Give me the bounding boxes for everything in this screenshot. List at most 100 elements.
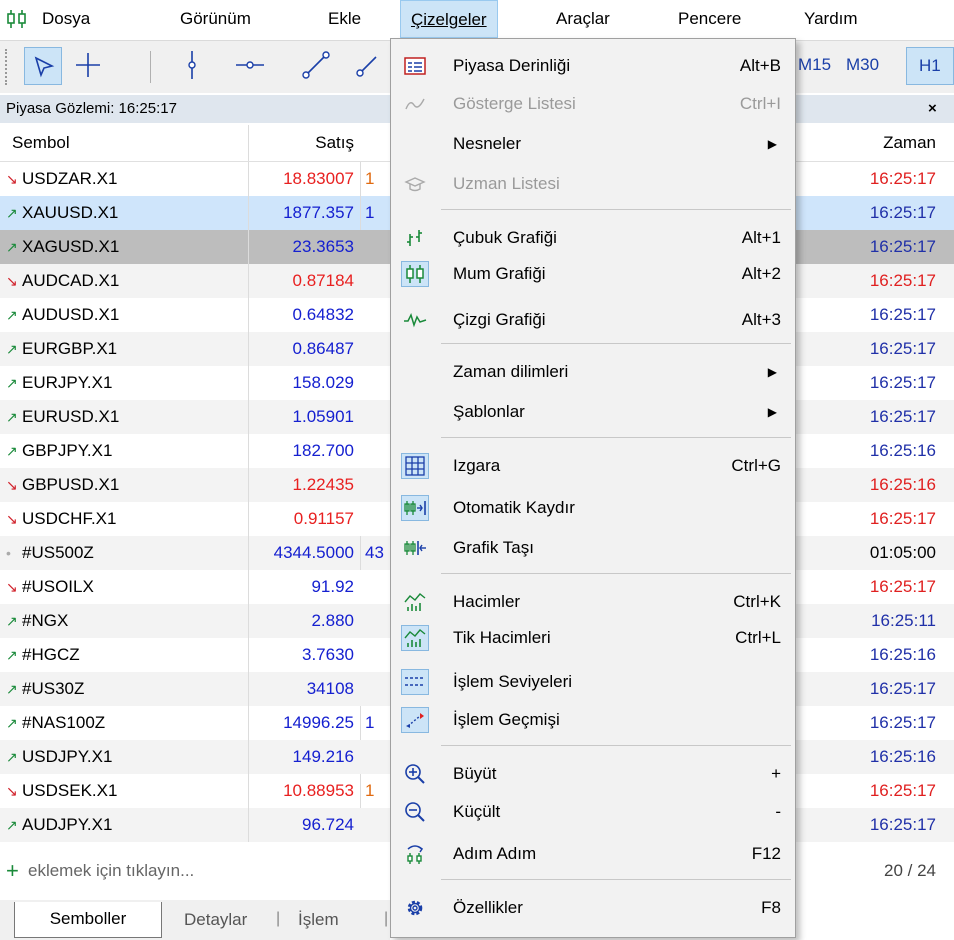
timeframe-m15[interactable]: M15 xyxy=(798,55,831,75)
menu-item-label: İşlem Geçmişi xyxy=(453,710,560,729)
tick-volumes-icon xyxy=(401,625,429,651)
menu-item-15[interactable]: İşlem Geçmişi xyxy=(391,703,795,737)
menu-item-4[interactable]: Çubuk Grafiği Alt+1 xyxy=(391,221,795,255)
bar-chart-icon xyxy=(401,225,429,251)
menu-item-19[interactable]: Özellikler F8 xyxy=(391,891,795,925)
symbol-count: 20 / 24 xyxy=(884,861,936,880)
up-arrow-icon: ↗ xyxy=(6,681,18,697)
menu-item-shortcut: F12 xyxy=(751,844,781,863)
menu-item-label: Küçült xyxy=(453,802,501,821)
column-symbol[interactable]: Sembol xyxy=(12,125,70,161)
menu-item-0[interactable]: Piyasa Derinliği Alt+B xyxy=(391,49,795,83)
volumes-icon xyxy=(401,589,429,615)
plus-icon: + xyxy=(6,858,19,883)
symbol-cell: USDJPY.X1 xyxy=(22,747,113,766)
close-icon[interactable]: × xyxy=(928,95,937,123)
toolbar-separator xyxy=(150,51,151,83)
menu-item-7[interactable]: Zaman dilimleri ▶ xyxy=(391,355,795,389)
time-cell: 16:25:17 xyxy=(869,407,936,426)
trendline-button[interactable] xyxy=(298,47,336,85)
time-cell: 16:25:17 xyxy=(869,713,936,732)
menu-item-8[interactable]: Şablonlar ▶ xyxy=(391,395,795,429)
menu-item-6[interactable]: Çizgi Grafiği Alt+3 xyxy=(391,303,795,337)
menu-item-label: Otomatik Kaydır xyxy=(453,498,575,517)
menu-item-3: Uzman Listesi xyxy=(391,167,795,201)
channel-button[interactable] xyxy=(352,47,390,85)
bid-cell: 10.88953 xyxy=(248,774,360,808)
menu-item-5[interactable]: Mum Grafiği Alt+2 xyxy=(391,257,795,291)
bid-cell: 0.91157 xyxy=(248,502,360,536)
menu-charts[interactable]: Çizelgeler xyxy=(400,0,498,38)
column-time[interactable]: Zaman xyxy=(820,125,944,161)
app-logo-icon xyxy=(6,9,28,34)
zoom-out-icon xyxy=(401,799,429,825)
bid-cell: 0.64832 xyxy=(248,298,360,332)
tab-separator: | xyxy=(276,910,281,927)
menu-help[interactable]: Yardım xyxy=(794,0,868,38)
column-bid[interactable]: Satış xyxy=(248,125,360,161)
menu-item-9[interactable]: Izgara Ctrl+G xyxy=(391,449,795,483)
horizontal-line-icon xyxy=(236,61,264,69)
tab-trading[interactable]: İşlem xyxy=(298,910,339,930)
menu-insert[interactable]: Ekle xyxy=(318,0,371,38)
menu-separator xyxy=(441,209,791,210)
menu-item-16[interactable]: Büyüt + xyxy=(391,757,795,791)
zoom-in-icon xyxy=(401,761,429,787)
menu-item-label: Gösterge Listesi xyxy=(453,94,576,113)
bid-cell: 1.05901 xyxy=(248,400,360,434)
up-arrow-icon: ↗ xyxy=(6,307,18,323)
menu-item-11[interactable]: Grafik Taşı xyxy=(391,531,795,565)
menu-item-17[interactable]: Küçült - xyxy=(391,795,795,829)
bid-cell: 0.86487 xyxy=(248,332,360,366)
menu-tools[interactable]: Araçlar xyxy=(546,0,620,38)
menu-item-label: Çubuk Grafiği xyxy=(453,228,557,247)
menu-item-label: Tik Hacimleri xyxy=(453,628,551,647)
timeframe-h1-button[interactable]: H1 xyxy=(906,47,954,85)
horizontal-line-button[interactable] xyxy=(232,47,270,85)
menu-item-13[interactable]: Tik Hacimleri Ctrl+L xyxy=(391,621,795,655)
menu-window[interactable]: Pencere xyxy=(668,0,751,38)
menu-view[interactable]: Görünüm xyxy=(170,0,261,38)
cursor-button[interactable] xyxy=(24,47,62,85)
time-cell: 16:25:16 xyxy=(869,747,936,766)
bid-cell: 23.3653 xyxy=(248,230,360,264)
vertical-line-button[interactable] xyxy=(174,47,212,85)
bid-cell: 18.83007 xyxy=(248,162,360,196)
menu-item-shortcut: Ctrl+I xyxy=(739,94,781,113)
menu-item-label: Adım Adım xyxy=(453,844,537,863)
ask-cell: 1 xyxy=(360,162,390,196)
tab-details[interactable]: Detaylar xyxy=(184,910,247,930)
bid-cell: 158.029 xyxy=(248,366,360,400)
ask-cell: 1 xyxy=(360,706,390,740)
menu-separator xyxy=(441,437,791,438)
up-arrow-icon: ↗ xyxy=(6,613,18,629)
menu-item-label: Büyüt xyxy=(453,764,497,783)
symbol-cell: EURGBP.X1 xyxy=(22,339,118,358)
up-arrow-icon: ↗ xyxy=(6,443,18,459)
symbol-cell: GBPUSD.X1 xyxy=(22,475,120,494)
menu-item-2[interactable]: Nesneler ▶ xyxy=(391,127,795,161)
up-arrow-icon: ↗ xyxy=(6,205,18,221)
menu-item-shortcut: Alt+B xyxy=(739,56,781,75)
menu-item-shortcut: Alt+1 xyxy=(741,228,781,247)
crosshair-button[interactable] xyxy=(70,47,108,85)
menu-item-12[interactable]: Hacimler Ctrl+K xyxy=(391,585,795,619)
bid-cell: 34108 xyxy=(248,672,360,706)
menu-item-10[interactable]: Otomatik Kaydır xyxy=(391,491,795,525)
symbol-cell: #NGX xyxy=(22,611,69,630)
submenu-arrow-icon: ▶ xyxy=(767,365,777,379)
menu-item-shortcut: Ctrl+L xyxy=(735,628,781,647)
bid-cell: 3.7630 xyxy=(248,638,360,672)
bid-cell: 91.92 xyxy=(248,570,360,604)
candlestick-icon xyxy=(401,261,429,287)
tab-symbols[interactable]: Semboller xyxy=(14,902,162,938)
menu-item-14[interactable]: İşlem Seviyeleri xyxy=(391,665,795,699)
up-arrow-icon: ↗ xyxy=(6,647,18,663)
charts-dropdown-menu: Piyasa Derinliği Alt+B Gösterge Listesi Ctr… xyxy=(390,38,796,938)
menu-item-18[interactable]: Adım Adım F12 xyxy=(391,837,795,871)
menu-file[interactable]: Dosya xyxy=(32,0,100,38)
menu-item-label: Mum Grafiği xyxy=(453,264,546,283)
menu-item-label: Piyasa Derinliği xyxy=(453,56,571,75)
chart-shift-icon xyxy=(401,535,429,561)
timeframe-m30[interactable]: M30 xyxy=(846,55,879,75)
